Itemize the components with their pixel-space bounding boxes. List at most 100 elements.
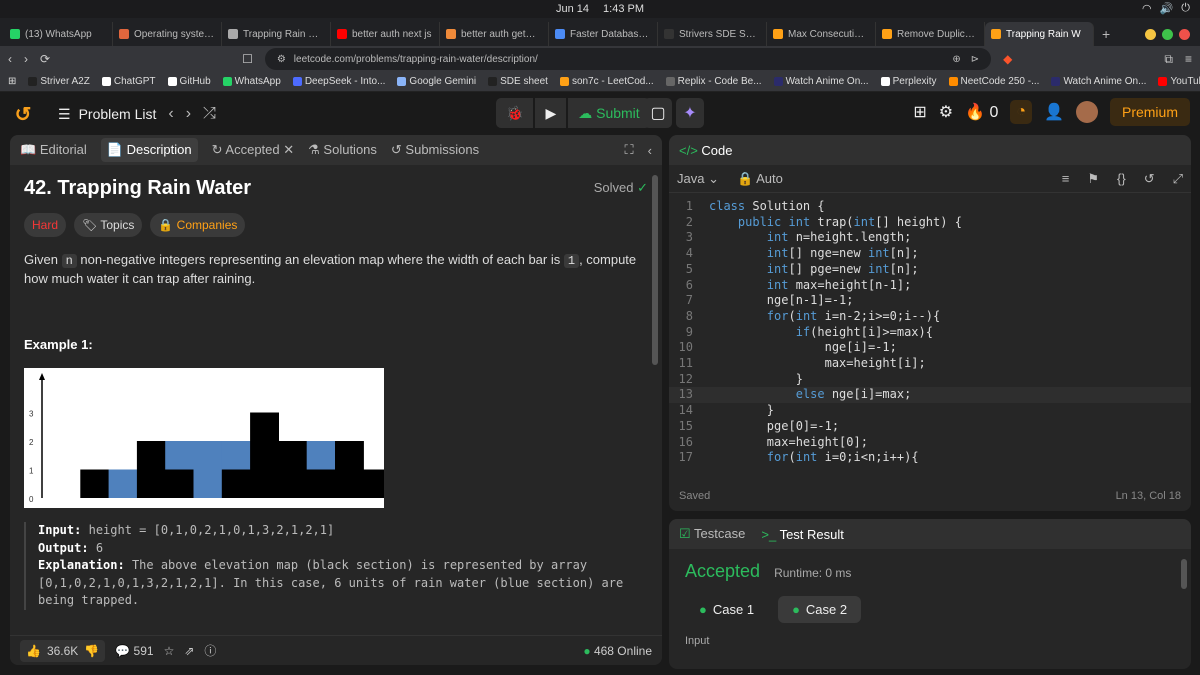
tab-test-result[interactable]: >_ Test Result bbox=[761, 527, 844, 542]
topics-button[interactable]: 🏷 Topics bbox=[74, 213, 143, 237]
expand-icon[interactable]: ⤢ bbox=[1173, 171, 1183, 187]
zoom-icon[interactable]: ⊕ bbox=[952, 54, 960, 65]
code-line[interactable]: 11 max=height[i]; bbox=[669, 356, 1191, 372]
browser-tab[interactable]: Trapping Rain W bbox=[985, 22, 1094, 46]
submit-button[interactable]: ☁ Submit bbox=[568, 98, 650, 128]
back-icon[interactable]: ‹ bbox=[8, 52, 12, 66]
streak-counter[interactable]: 🔥 0 bbox=[965, 102, 998, 122]
volume-icon[interactable]: 🔊 bbox=[1160, 2, 1174, 15]
bookmark-item[interactable]: DeepSeek - Into... bbox=[292, 76, 385, 87]
code-line[interactable]: 14 } bbox=[669, 403, 1191, 419]
bookmark-item[interactable]: Watch Anime On... bbox=[1051, 76, 1146, 87]
help-icon[interactable]: ⓘ bbox=[204, 642, 216, 659]
browser-tab[interactable]: Strivers SDE Sheet bbox=[658, 22, 767, 46]
code-line[interactable]: 15 pge[0]=-1; bbox=[669, 419, 1191, 435]
debug-button[interactable]: 🐞 bbox=[496, 98, 534, 128]
forward-icon[interactable]: › bbox=[24, 52, 28, 66]
next-problem-icon[interactable]: › bbox=[186, 105, 191, 123]
extensions-icon[interactable]: ⧉ bbox=[1164, 52, 1173, 67]
code-line[interactable]: 1 class Solution { bbox=[669, 199, 1191, 215]
maximize-icon[interactable]: ⛶ bbox=[625, 142, 634, 158]
code-line[interactable]: 16 max=height[0]; bbox=[669, 435, 1191, 451]
comments-button[interactable]: 💬 591 bbox=[115, 644, 153, 658]
result-scrollbar[interactable] bbox=[1181, 559, 1187, 589]
bookmark-item[interactable]: Watch Anime On... bbox=[773, 76, 869, 87]
bookmark-star-icon[interactable]: ☐ bbox=[242, 52, 253, 66]
new-tab-icon[interactable]: + bbox=[1094, 22, 1118, 46]
site-info-icon[interactable]: ⚙ bbox=[277, 54, 286, 65]
bookmark-item[interactable]: Google Gemini bbox=[397, 76, 476, 87]
thumbs-down-icon[interactable]: 👎 bbox=[84, 644, 99, 658]
auto-mode[interactable]: 🔒 Auto bbox=[737, 171, 783, 187]
shuffle-icon[interactable]: ⤮ bbox=[203, 105, 216, 123]
companies-button[interactable]: 🔒 Companies bbox=[150, 213, 246, 237]
bookmark-item[interactable]: NeetCode 250 -... bbox=[948, 76, 1039, 87]
code-line[interactable]: 10 nge[i]=-1; bbox=[669, 340, 1191, 356]
browser-tab[interactable]: Faster Database Re bbox=[549, 22, 658, 46]
format-icon[interactable]: ≡ bbox=[1062, 171, 1070, 186]
case-2-tab[interactable]: ● Case 2 bbox=[778, 596, 862, 623]
browser-tab[interactable]: (13) WhatsApp bbox=[4, 22, 113, 46]
code-line[interactable]: 8 for(int i=n-2;i>=0;i--){ bbox=[669, 309, 1191, 325]
bookmark-item[interactable]: GitHub bbox=[167, 76, 211, 87]
browser-tab[interactable]: better auth getSess bbox=[440, 22, 549, 46]
favorite-icon[interactable]: ☆ bbox=[164, 644, 175, 658]
bookmark-item[interactable]: son7c - LeetCod... bbox=[559, 76, 654, 87]
browser-tab[interactable]: better auth next js bbox=[331, 22, 440, 46]
layout-icon[interactable]: ⊞ bbox=[913, 102, 926, 122]
code-line[interactable]: 5 int[] pge=new int[n]; bbox=[669, 262, 1191, 278]
avatar[interactable] bbox=[1075, 101, 1098, 123]
browser-tab[interactable]: Operating systems bbox=[113, 22, 222, 46]
timer-icon[interactable]: ◔ bbox=[1010, 100, 1033, 124]
reset-icon[interactable]: ↺ bbox=[1144, 171, 1155, 187]
code-line[interactable]: 17 for(int i=0;i<n;i++){ bbox=[669, 450, 1191, 466]
browser-tab[interactable]: Trapping Rain Water bbox=[222, 22, 331, 46]
braces-icon[interactable]: {} bbox=[1117, 171, 1126, 186]
bookmark-item[interactable]: ChatGPT bbox=[101, 76, 156, 87]
brave-shield-icon[interactable]: ◆ bbox=[1003, 52, 1012, 66]
code-line[interactable]: 13 else nge[i]=max; bbox=[669, 387, 1191, 404]
problem-list-button[interactable]: ☰ Problem List bbox=[58, 106, 156, 123]
tab-accepted[interactable]: ↻ Accepted ✕ bbox=[212, 142, 295, 158]
notes-button[interactable]: ▢ bbox=[644, 98, 672, 128]
code-line[interactable]: 7 nge[n-1]=-1; bbox=[669, 293, 1191, 309]
code-line[interactable]: 9 if(height[i]>=max){ bbox=[669, 325, 1191, 341]
language-select[interactable]: Java ⌄ bbox=[677, 171, 719, 187]
bookmark-item[interactable]: Striver A2Z bbox=[28, 76, 90, 87]
bookmark-item[interactable]: SDE sheet bbox=[488, 76, 548, 87]
browser-tab[interactable]: Remove Duplicates bbox=[876, 22, 985, 46]
tab-testcase[interactable]: ☑ Testcase bbox=[679, 526, 745, 542]
maximize-window-icon[interactable] bbox=[1162, 28, 1173, 40]
settings-icon[interactable]: ⚙ bbox=[939, 102, 953, 122]
like-button[interactable]: 👍 36.6K 👎 bbox=[20, 639, 106, 662]
reload-icon[interactable]: ⟳ bbox=[40, 52, 50, 66]
bookmark-icon[interactable]: ⚑ bbox=[1087, 171, 1099, 187]
tab-solutions[interactable]: ⚗ Solutions bbox=[308, 142, 377, 158]
tab-description[interactable]: 📄 Description bbox=[100, 138, 198, 162]
url-text[interactable]: leetcode.com/problems/trapping-rain-wate… bbox=[294, 54, 538, 65]
add-friend-icon[interactable]: 👤 bbox=[1044, 102, 1064, 122]
address-bar[interactable]: ⚙ leetcode.com/problems/trapping-rain-wa… bbox=[264, 48, 992, 70]
close-window-icon[interactable] bbox=[1179, 28, 1190, 40]
minimize-icon[interactable] bbox=[1145, 28, 1156, 40]
bookmark-item[interactable]: YouTube bbox=[1158, 76, 1200, 87]
code-line[interactable]: 2 public int trap(int[] height) { bbox=[669, 215, 1191, 231]
bookmark-item[interactable]: Replix - Code Be... bbox=[665, 76, 762, 87]
bookmark-item[interactable]: Perplexity bbox=[880, 76, 937, 87]
description-scrollbar[interactable] bbox=[652, 175, 658, 365]
code-line[interactable]: 6 int max=height[n-1]; bbox=[669, 278, 1191, 294]
bookmark-item[interactable]: WhatsApp bbox=[222, 76, 281, 87]
problem-title[interactable]: 42. Trapping Rain Water bbox=[24, 178, 251, 198]
ai-assist-button[interactable]: ✦ bbox=[676, 98, 704, 128]
tab-editorial[interactable]: 📖 Editorial bbox=[20, 142, 87, 158]
code-line[interactable]: 3 int n=height.length; bbox=[669, 230, 1191, 246]
leetcode-logo[interactable]: ↺ bbox=[12, 103, 34, 126]
collapse-icon[interactable]: ‹ bbox=[648, 143, 652, 158]
premium-button[interactable]: Premium bbox=[1109, 98, 1190, 126]
wifi-icon[interactable]: ◠ bbox=[1142, 2, 1152, 15]
power-icon[interactable]: ⏻ bbox=[1181, 2, 1190, 15]
tab-submissions[interactable]: ↺ Submissions bbox=[391, 142, 479, 158]
code-line[interactable]: 12 } bbox=[669, 372, 1191, 388]
code-editor[interactable]: 1 class Solution {2 public int trap(int[]… bbox=[669, 193, 1191, 472]
prev-problem-icon[interactable]: ‹ bbox=[168, 105, 173, 123]
